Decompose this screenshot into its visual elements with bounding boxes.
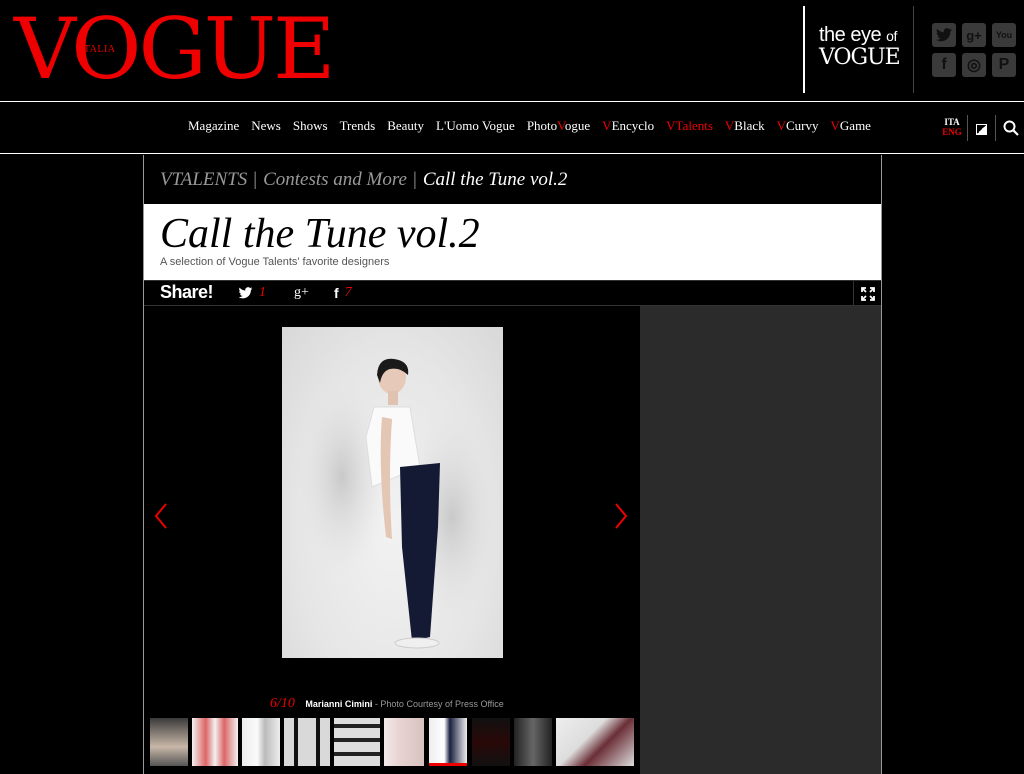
chevron-left-icon[interactable] — [153, 502, 169, 530]
thumbnail[interactable] — [242, 718, 280, 766]
header-divider — [913, 6, 914, 93]
facebook-count: 7 — [344, 285, 352, 300]
language-switcher: ITA ENG — [942, 117, 962, 137]
chevron-right-icon[interactable] — [613, 502, 629, 530]
thumbnail[interactable] — [150, 718, 188, 766]
twitter-icon[interactable] — [932, 23, 956, 47]
thumbnail[interactable] — [556, 718, 634, 766]
eye-the: the eye — [819, 24, 882, 46]
model-photo-illustration — [297, 358, 502, 649]
instagram-icon[interactable]: ◎ — [962, 53, 986, 77]
thumbnail[interactable] — [384, 718, 424, 766]
share-bar: Share! 1 g+ f 7 — [144, 280, 881, 306]
fullscreen-button[interactable] — [853, 281, 881, 306]
lang-eng[interactable]: ENG — [942, 127, 962, 137]
eye-vogue: VOGUE — [819, 45, 901, 70]
thumbnail[interactable] — [192, 718, 238, 766]
breadcrumb-contests[interactable]: Contests and More — [263, 169, 407, 190]
breadcrumb: VTALENTS | Contests and More | Call the Tune… — [160, 169, 567, 191]
nav-item-beauty[interactable]: Beauty — [387, 118, 424, 134]
facebook-share-button[interactable]: f 7 — [334, 285, 352, 301]
thumbnail-active[interactable] — [429, 718, 467, 766]
thumbnail-strip — [150, 718, 636, 768]
site-header: VOGUE ITALIA the eye of VOGUE g+ You f ◎… — [0, 0, 1024, 102]
google-plus-icon[interactable]: g+ — [962, 23, 986, 47]
nav-item-photovogue[interactable]: PhotoVogue — [527, 118, 590, 134]
breadcrumb-separator: | — [413, 169, 417, 190]
breadcrumb-current: Call the Tune vol.2 — [422, 169, 568, 190]
nav-item-vencyclo[interactable]: VEncyclo — [602, 118, 654, 134]
social-links: g+ You f ◎ P — [932, 23, 1018, 77]
main-nav: Magazine News Shows Trends Beauty L'Uomo… — [0, 103, 1024, 153]
designer-name: Marianni Cimini — [305, 699, 373, 709]
thumbnail[interactable] — [472, 718, 510, 766]
header-divider — [803, 6, 805, 93]
nav-rule — [0, 153, 1024, 154]
youtube-icon[interactable]: You — [992, 23, 1016, 47]
photo-counter: 6/10 — [270, 696, 295, 711]
twitter-icon — [238, 287, 253, 299]
lang-ita[interactable]: ITA — [942, 117, 962, 127]
photo-caption: 6/10 Marianni Cimini - Photo Courtesy of… — [270, 696, 504, 712]
vogue-logo[interactable]: VOGUE — [14, 4, 336, 94]
nav-item-magazine[interactable]: Magazine — [188, 118, 239, 134]
nav-divider — [995, 115, 996, 141]
nav-item-luomo-vogue[interactable]: L'Uomo Vogue — [436, 118, 515, 134]
facebook-icon[interactable]: f — [932, 53, 956, 77]
nav-item-vcurvy[interactable]: VCurvy — [777, 118, 819, 134]
page-title: Call the Tune vol.2 — [160, 211, 480, 257]
breadcrumb-vtalents[interactable]: VTALENTS — [160, 169, 247, 190]
google-plus-icon: g+ — [294, 285, 309, 300]
article-container: VTALENTS | Contests and More | Call the Tune… — [143, 155, 882, 774]
photo-credit: - Photo Courtesy of Press Office — [372, 699, 504, 709]
facebook-icon: f — [334, 285, 339, 301]
nav-item-vgame[interactable]: VGame — [831, 118, 871, 134]
thumbnail[interactable] — [284, 718, 330, 766]
page-subtitle: A selection of Vogue Talents' favorite d… — [160, 256, 390, 268]
side-panel — [640, 306, 881, 774]
gallery-photo[interactable] — [282, 327, 503, 658]
gallery-viewer: 6/10 Marianni Cimini - Photo Courtesy of… — [144, 306, 640, 774]
breadcrumb-separator: | — [253, 169, 258, 190]
pinterest-icon[interactable]: P — [992, 53, 1016, 77]
eye-of: of — [886, 28, 897, 44]
twitter-count: 1 — [259, 285, 266, 300]
fullscreen-icon — [860, 286, 875, 301]
share-label: Share! — [160, 282, 214, 302]
google-plus-share-button[interactable]: g+ — [294, 285, 309, 301]
thumbnail[interactable] — [334, 718, 380, 766]
nav-item-trends[interactable]: Trends — [340, 118, 376, 134]
search-icon[interactable] — [1003, 120, 1019, 136]
nav-item-news[interactable]: News — [251, 118, 281, 134]
vogue-logo-italia: ITALIA — [80, 44, 116, 55]
title-box: Call the Tune vol.2 A selection of Vogue… — [144, 204, 881, 280]
nav-divider — [967, 115, 968, 141]
nav-item-vtalents[interactable]: VTalents — [666, 118, 713, 134]
eye-of-vogue-logo[interactable]: the eye of VOGUE — [819, 24, 909, 69]
nav-item-shows[interactable]: Shows — [293, 118, 328, 134]
nav-item-vblack[interactable]: VBlack — [725, 118, 765, 134]
header-rule — [0, 101, 1024, 102]
twitter-share-button[interactable]: 1 — [238, 285, 266, 301]
contrast-icon[interactable] — [976, 124, 987, 135]
thumbnail[interactable] — [514, 718, 552, 766]
